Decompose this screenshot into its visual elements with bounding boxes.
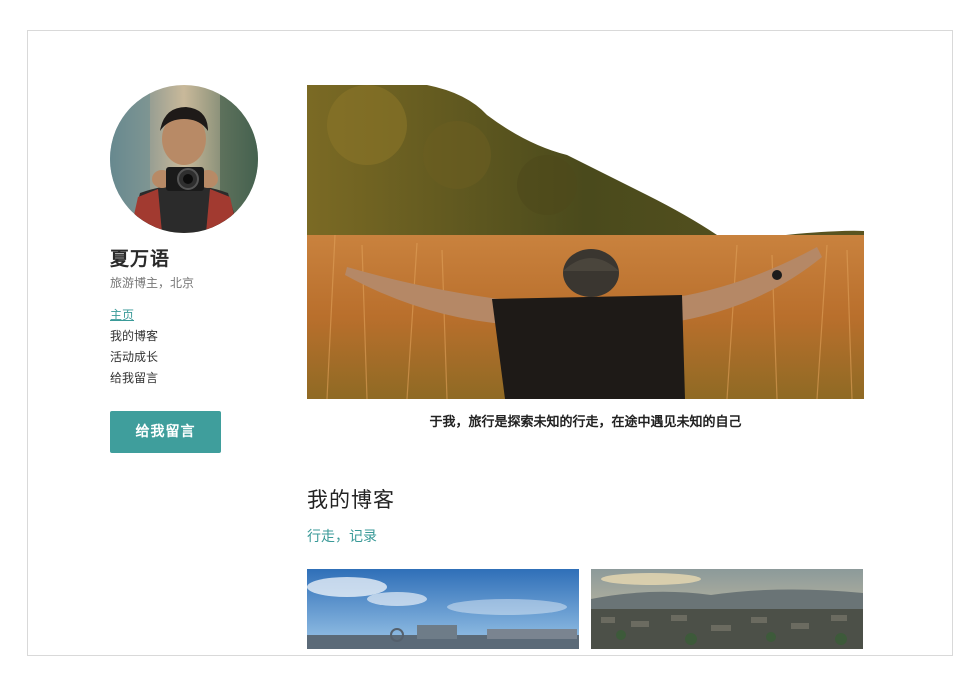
nav-item-blog[interactable]: 我的博客: [110, 326, 158, 347]
blog-section-title: 我的博客: [307, 488, 395, 512]
leave-message-button[interactable]: 给我留言: [110, 411, 221, 453]
profile-name: 夏万语: [110, 248, 171, 270]
blog-thumbnail-photo: [307, 569, 579, 649]
hero-caption: 于我，旅行是探索未知的行走，在途中遇见未知的自己: [429, 415, 742, 430]
hero-photo: [307, 85, 864, 399]
avatar: [110, 85, 258, 233]
sidebar-nav: 主页 我的博客 活动成长 给我留言: [110, 305, 158, 389]
blog-section-subtitle: 行走，记录: [307, 529, 377, 545]
hero-image: [307, 85, 864, 399]
avatar-photo: [110, 85, 258, 233]
blog-thumbnail[interactable]: [307, 569, 579, 649]
blog-thumbnail-photo: [591, 569, 863, 649]
nav-item-home[interactable]: 主页: [110, 305, 158, 326]
profile-subtitle: 旅游博主，北京: [110, 276, 195, 290]
page-frame: 夏万语 旅游博主，北京 主页 我的博客 活动成长 给我留言 给我留言 于我，旅行…: [27, 30, 953, 656]
nav-item-activities[interactable]: 活动成长: [110, 347, 158, 368]
nav-item-guestbook[interactable]: 给我留言: [110, 368, 158, 389]
blog-thumbnail[interactable]: [591, 569, 863, 649]
